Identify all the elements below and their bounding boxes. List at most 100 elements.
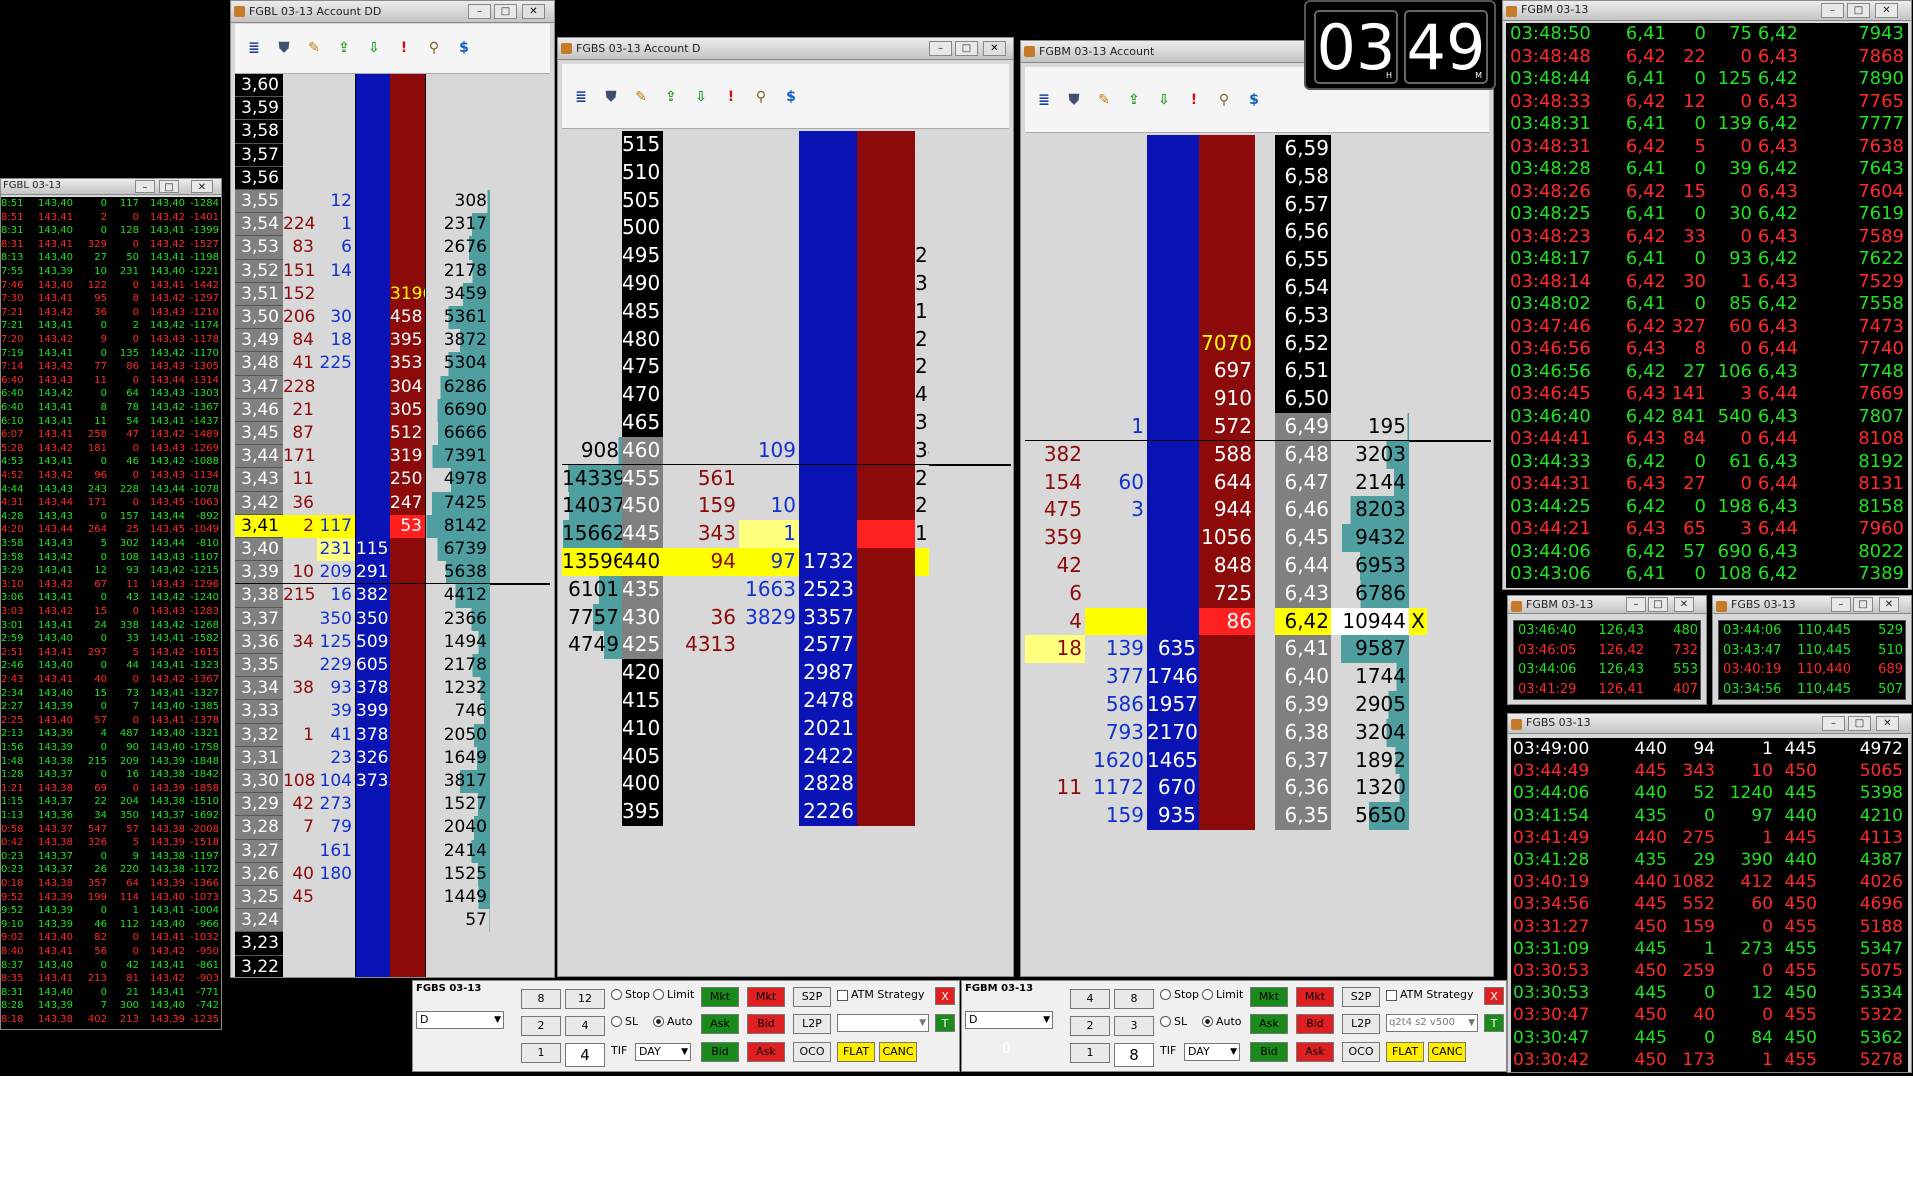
oco-button[interactable]: OCO <box>1342 1042 1380 1062</box>
ask-cell[interactable]: 588 <box>1199 440 1255 469</box>
bid-cell[interactable] <box>355 398 390 422</box>
bid-cell[interactable] <box>799 214 857 243</box>
download-icon[interactable]: ⇩ <box>1155 91 1173 109</box>
cancel-all-button[interactable]: CANC <box>1428 1042 1466 1062</box>
bid-cell[interactable]: 1746 <box>1147 663 1199 691</box>
ask-cell[interactable] <box>1199 301 1255 330</box>
ask-cell[interactable]: 697 <box>1199 357 1255 386</box>
settings-icon[interactable]: ⚲ <box>752 88 770 106</box>
bid-cell[interactable] <box>355 306 390 330</box>
sell-market-button[interactable]: Mkt <box>747 987 785 1007</box>
sell-bid-button[interactable]: Bid <box>1296 1014 1334 1034</box>
tif-select[interactable]: DAY ▼ <box>1184 1043 1240 1061</box>
close-icon[interactable]: ✕ <box>1875 3 1898 18</box>
ask-cell[interactable] <box>390 955 426 977</box>
ask-cell[interactable] <box>857 186 915 215</box>
bid-cell[interactable] <box>799 158 857 187</box>
alert-icon[interactable]: ! <box>395 39 413 57</box>
ask-cell[interactable]: 944 <box>1199 496 1255 525</box>
ask-cell[interactable] <box>390 770 426 794</box>
ask-cell[interactable] <box>857 687 915 715</box>
limit-radio[interactable] <box>653 989 664 1000</box>
title-bar[interactable]: FGBM 03-13 – □ ✕ <box>1508 596 1706 614</box>
bid-cell[interactable]: 3357 <box>799 603 857 632</box>
ask-cell[interactable]: 3196 <box>390 282 426 306</box>
maximize-icon[interactable]: □ <box>1848 716 1871 731</box>
ask-cell[interactable] <box>1199 246 1255 274</box>
ask-cell[interactable] <box>1199 635 1255 664</box>
ask-cell[interactable] <box>390 677 426 701</box>
menu-icon[interactable]: ≣ <box>245 39 263 57</box>
bid-cell[interactable] <box>355 259 390 283</box>
upload-icon[interactable]: ⇪ <box>662 88 680 106</box>
bid-cell[interactable]: 2828 <box>799 770 857 799</box>
title-bar[interactable]: FGBL 03-13 – □ ✕ <box>1 179 221 195</box>
bid-cell[interactable] <box>355 514 390 538</box>
bid-cell[interactable] <box>799 186 857 215</box>
bid-cell[interactable] <box>355 816 390 840</box>
bid-cell[interactable]: 935 <box>1147 802 1199 830</box>
bid-cell[interactable]: 2422 <box>799 742 857 771</box>
minimize-icon[interactable]: – <box>1626 597 1646 612</box>
bid-cell[interactable]: 1732 <box>799 548 857 576</box>
shield-icon[interactable]: ⛊ <box>275 39 293 57</box>
bid-cell[interactable]: 605 <box>355 654 390 678</box>
dollar-icon[interactable]: $ <box>455 39 473 57</box>
dollar-icon[interactable]: $ <box>782 88 800 106</box>
maximize-icon[interactable]: □ <box>1847 3 1870 18</box>
stop-to-price-button[interactable]: S2P <box>793 987 831 1007</box>
flatten-button[interactable]: FLAT <box>837 1042 875 1062</box>
close-icon[interactable]: ✕ <box>983 41 1006 56</box>
ask-cell[interactable] <box>390 862 426 886</box>
ask-cell[interactable] <box>857 464 915 493</box>
ask-cell[interactable] <box>390 190 426 214</box>
ask-cell[interactable] <box>390 654 426 678</box>
bid-cell[interactable]: 291 <box>355 561 390 585</box>
ask-cell[interactable] <box>390 166 426 190</box>
ask-cell[interactable] <box>1199 746 1255 775</box>
sell-market-button[interactable]: Mkt <box>1296 987 1334 1007</box>
bid-cell[interactable] <box>355 491 390 515</box>
oco-button[interactable]: OCO <box>793 1042 831 1062</box>
ask-cell[interactable]: 572 <box>1199 413 1255 441</box>
ask-cell[interactable] <box>1199 663 1255 691</box>
atm-checkbox[interactable] <box>837 990 848 1001</box>
maximize-icon[interactable]: □ <box>1648 597 1668 612</box>
ask-cell[interactable] <box>857 270 915 298</box>
stop-radio[interactable] <box>1160 989 1171 1000</box>
fgbl-time-sales-window[interactable]: FGBL 03-13 – □ ✕ 8:51 143,40 0 117 143,40 -12… <box>0 178 222 1030</box>
menu-icon[interactable]: ≣ <box>572 88 590 106</box>
ask-cell[interactable]: 910 <box>1199 385 1255 413</box>
bid-cell[interactable] <box>355 97 390 121</box>
quantity-preset-button[interactable]: 8 <box>1114 989 1154 1009</box>
ask-cell[interactable] <box>857 548 915 576</box>
ask-cell[interactable] <box>1199 274 1255 302</box>
bid-cell[interactable] <box>1147 579 1199 608</box>
auto-radio[interactable] <box>653 1016 664 1027</box>
ask-cell[interactable]: 305 <box>390 398 426 422</box>
bid-cell[interactable]: 635 <box>1147 635 1199 664</box>
ask-cell[interactable] <box>1199 135 1255 163</box>
fgbs-mini-time-sales-window[interactable]: FGBS 03-13 – □ ✕ 03:44:06 110,445 529 03:43… <box>1712 595 1912 705</box>
settings-icon[interactable]: ⚲ <box>425 39 443 57</box>
ask-cell[interactable] <box>1199 190 1255 219</box>
bid-cell[interactable]: 350 <box>355 607 390 631</box>
minimize-icon[interactable]: – <box>929 41 952 56</box>
template-button[interactable]: T <box>935 1014 955 1032</box>
ask-cell[interactable]: 395 <box>390 329 426 353</box>
bid-cell[interactable] <box>1147 552 1199 580</box>
alert-icon[interactable]: ! <box>722 88 740 106</box>
bid-cell[interactable]: 378 <box>355 677 390 701</box>
close-icon[interactable]: ✕ <box>1674 597 1694 612</box>
bid-cell[interactable] <box>799 464 857 493</box>
title-bar[interactable]: FGBS 03-13 – □ ✕ <box>1713 596 1911 614</box>
bid-cell[interactable] <box>355 793 390 817</box>
sell-bid-button[interactable]: Bid <box>747 1014 785 1034</box>
bid-cell[interactable] <box>1147 357 1199 386</box>
upload-icon[interactable]: ⇪ <box>335 39 353 57</box>
ask-cell[interactable]: 644 <box>1199 468 1255 497</box>
auto-radio[interactable] <box>1202 1016 1213 1027</box>
bid-cell[interactable] <box>1147 468 1199 497</box>
ask-cell[interactable]: 247 <box>390 491 426 515</box>
fgbm-price-ladder-window[interactable]: FGBM 03-13 Account ≣ ⛊ ✎ ⇪ ⇩! ⚲ $ 6,59 6,58 6,57… <box>1020 40 1494 977</box>
